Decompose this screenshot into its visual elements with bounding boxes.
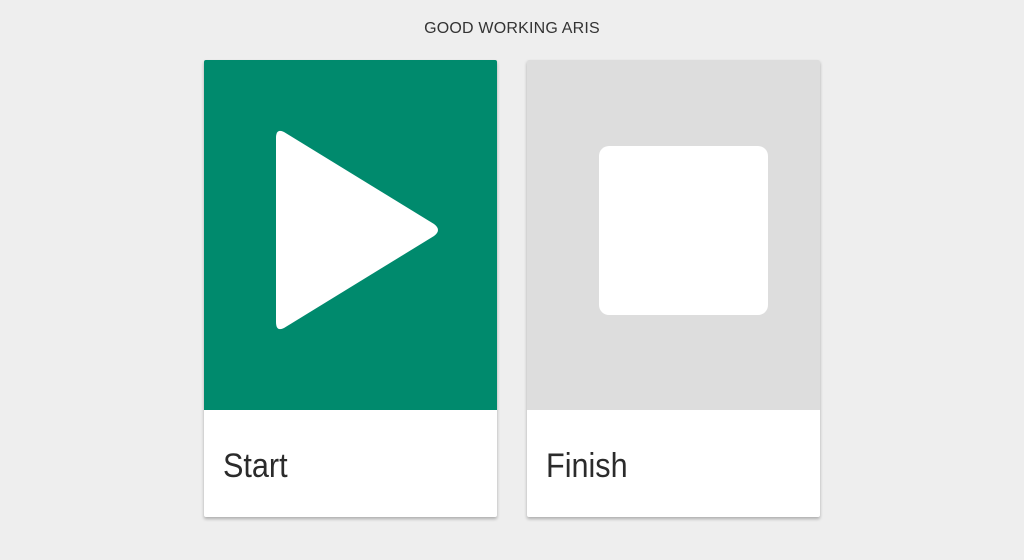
start-card-media[interactable] xyxy=(204,60,497,410)
finish-card-label[interactable]: Finish xyxy=(546,447,628,486)
play-icon xyxy=(276,130,438,330)
start-card-label[interactable]: Start xyxy=(223,447,288,486)
finish-card[interactable]: Finish xyxy=(527,60,820,517)
page-title: GOOD WORKING ARIS xyxy=(424,20,600,37)
finish-card-media[interactable] xyxy=(527,60,820,410)
page: GOOD WORKING ARIS Start Finish xyxy=(0,0,1024,560)
stop-icon xyxy=(599,146,768,315)
start-card[interactable]: Start xyxy=(204,60,497,517)
